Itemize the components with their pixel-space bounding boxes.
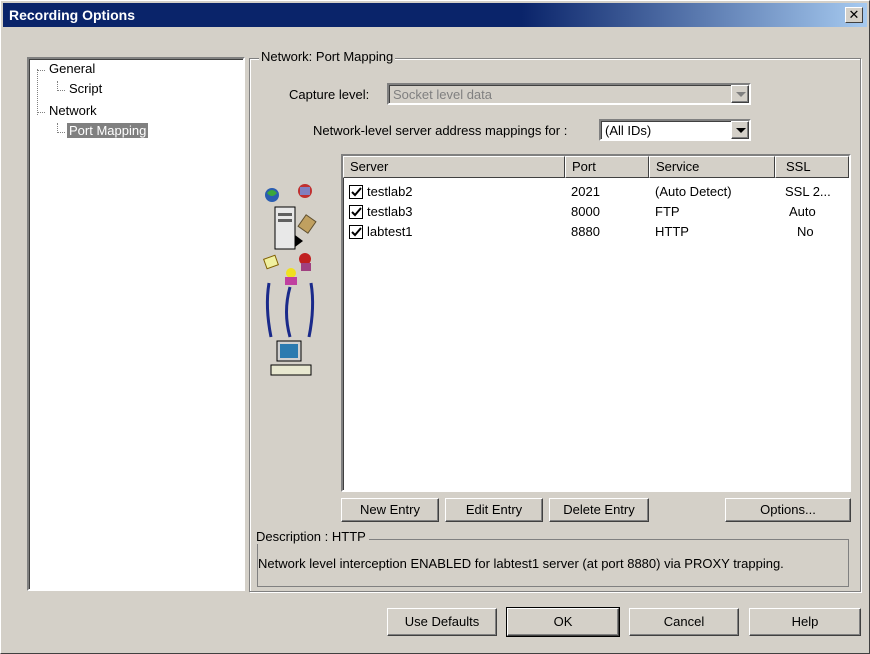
help-button[interactable]: Help xyxy=(749,608,861,636)
tree-item-port-mapping[interactable]: Port Mapping xyxy=(67,123,149,138)
ssl-cell: Auto xyxy=(789,204,816,219)
chevron-down-icon[interactable] xyxy=(731,121,749,139)
row-checkbox[interactable] xyxy=(349,185,363,199)
new-entry-button[interactable]: New Entry xyxy=(341,498,439,522)
row-checkbox[interactable] xyxy=(349,205,363,219)
server-cell: testlab2 xyxy=(367,184,413,199)
window-title: Recording Options xyxy=(9,7,135,23)
network-illustration xyxy=(263,177,317,383)
tree-item-script[interactable]: Script xyxy=(69,81,102,96)
group-title: Network: Port Mapping xyxy=(259,49,396,64)
capture-level-dropdown: Socket level data xyxy=(387,83,751,105)
port-cell: 8880 xyxy=(571,224,600,239)
table-row[interactable]: testlab3 8000 FTP Auto xyxy=(343,202,849,222)
chevron-down-icon xyxy=(731,85,749,103)
mappings-label: Network-level server address mappings fo… xyxy=(313,123,568,138)
ok-button[interactable]: OK xyxy=(506,607,620,637)
capture-level-label: Capture level: xyxy=(289,87,370,102)
port-cell: 2021 xyxy=(571,184,600,199)
tree-connector xyxy=(37,70,45,71)
column-header-server[interactable]: Server xyxy=(343,156,565,178)
tree-item-network[interactable]: Network xyxy=(49,103,97,118)
cancel-button[interactable]: Cancel xyxy=(629,608,739,636)
mappings-for-dropdown[interactable]: (All IDs) xyxy=(599,119,751,141)
column-header-service[interactable]: Service xyxy=(649,156,775,178)
capture-level-value: Socket level data xyxy=(393,87,493,102)
tree-connector xyxy=(57,132,65,133)
server-cell: testlab3 xyxy=(367,204,413,219)
options-tree[interactable]: General Script Network Port Mapping xyxy=(27,57,245,591)
row-checkbox[interactable] xyxy=(349,225,363,239)
options-button[interactable]: Options... xyxy=(725,498,851,522)
column-header-ssl[interactable]: SSL xyxy=(775,156,849,178)
service-cell: (Auto Detect) xyxy=(655,184,732,199)
tree-connector xyxy=(37,69,38,115)
tree-item-general[interactable]: General xyxy=(49,61,95,76)
edit-entry-button[interactable]: Edit Entry xyxy=(445,498,543,522)
mappings-for-value: (All IDs) xyxy=(605,123,652,138)
use-defaults-button[interactable]: Use Defaults xyxy=(387,608,497,636)
delete-entry-button[interactable]: Delete Entry xyxy=(549,498,649,522)
description-title: Description : HTTP xyxy=(253,529,369,544)
description-text: Network level interception ENABLED for l… xyxy=(258,556,784,571)
table-row[interactable]: testlab2 2021 (Auto Detect) SSL 2... xyxy=(343,182,849,202)
tree-connector xyxy=(57,90,65,91)
server-cell: labtest1 xyxy=(367,224,413,239)
tree-connector xyxy=(37,112,45,113)
ssl-cell: No xyxy=(797,224,814,239)
service-cell: FTP xyxy=(655,204,680,219)
title-bar: Recording Options ✕ xyxy=(3,3,867,27)
service-cell: HTTP xyxy=(655,224,689,239)
column-header-port[interactable]: Port xyxy=(565,156,649,178)
ssl-cell: SSL 2... xyxy=(785,184,831,199)
recording-options-dialog: Recording Options ✕ General Script Netwo… xyxy=(0,0,870,654)
close-icon[interactable]: ✕ xyxy=(845,7,863,23)
port-cell: 8000 xyxy=(571,204,600,219)
table-row[interactable]: labtest1 8880 HTTP No xyxy=(343,222,849,242)
server-mapping-table[interactable]: Server Port Service SSL testlab2 2021 (A… xyxy=(341,154,851,492)
